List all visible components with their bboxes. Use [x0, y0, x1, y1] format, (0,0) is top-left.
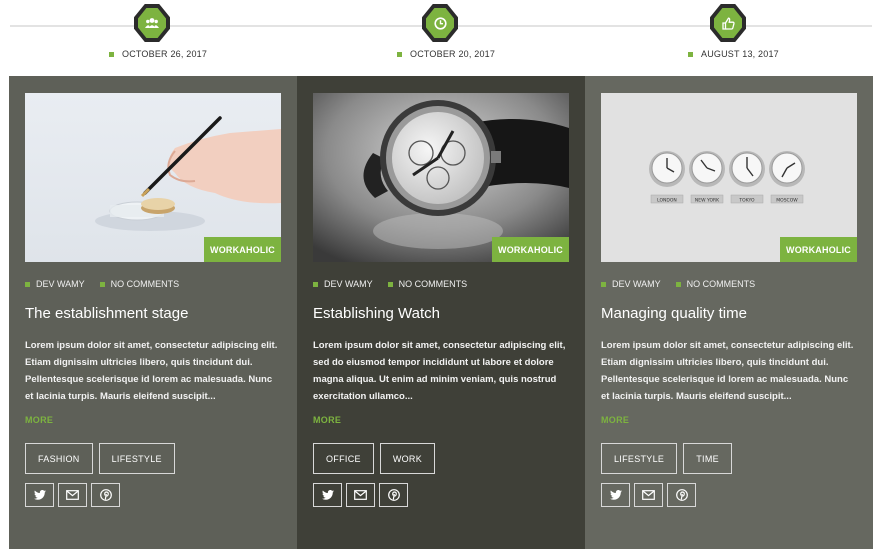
timeline-node-1[interactable] — [134, 4, 170, 42]
post-title[interactable]: Establishing Watch — [313, 304, 569, 323]
post-meta: DEV WAMY NO COMMENTS — [313, 279, 569, 289]
post-card-1: WORKAHOLIC DEV WAMY NO COMMENTS The esta… — [9, 76, 297, 549]
post-card-3: LONDON NEW YORK TOKYO MOSCOW WORKAHOLIC … — [585, 76, 873, 549]
clock-label: LONDON — [657, 197, 677, 203]
post-card-2: WORKAHOLIC DEV WAMY NO COMMENTS Establis… — [297, 76, 585, 549]
tag-work[interactable]: WORK — [379, 443, 436, 474]
timeline-date-3: AUGUST 13, 2017 — [688, 49, 779, 59]
twitter-icon — [609, 490, 622, 500]
timeline-node-2[interactable] — [422, 4, 458, 42]
tag-time[interactable]: TIME — [683, 443, 732, 474]
comments-link[interactable]: NO COMMENTS — [111, 279, 180, 289]
pinterest-share-button[interactable] — [379, 483, 408, 507]
bullet-square — [688, 51, 693, 57]
pinterest-icon — [387, 489, 400, 501]
mail-icon — [354, 490, 367, 500]
twitter-icon — [321, 490, 334, 500]
bullet-square — [675, 281, 681, 287]
twitter-share-button[interactable] — [313, 483, 342, 507]
clock-label: NEW YORK — [695, 197, 720, 203]
more-link[interactable]: MORE — [25, 415, 53, 425]
timeline-node-3[interactable] — [710, 4, 746, 42]
twitter-share-button[interactable] — [25, 483, 54, 507]
bullet-square — [601, 281, 606, 287]
author-link[interactable]: DEV WAMY — [612, 279, 661, 289]
share-buttons — [601, 483, 857, 507]
email-share-button[interactable] — [58, 483, 87, 507]
post-meta: DEV WAMY NO COMMENTS — [601, 279, 857, 289]
timeline-date-2: OCTOBER 20, 2017 — [397, 49, 495, 59]
post-title[interactable]: Managing quality time — [601, 304, 857, 323]
share-buttons — [313, 483, 569, 507]
post-excerpt: Lorem ipsum dolor sit amet, consectetur … — [601, 340, 854, 402]
tag-fashion[interactable]: FASHION — [25, 443, 93, 474]
email-share-button[interactable] — [634, 483, 663, 507]
twitter-share-button[interactable] — [601, 483, 630, 507]
post-title[interactable]: The establishment stage — [25, 304, 281, 323]
mail-icon — [66, 490, 79, 500]
more-link[interactable]: MORE — [313, 415, 341, 425]
bullet-square — [25, 281, 30, 287]
tag-office[interactable]: OFFICE — [313, 443, 374, 474]
pinterest-share-button[interactable] — [91, 483, 120, 507]
comments-link[interactable]: NO COMMENTS — [399, 279, 468, 289]
date-text: OCTOBER 20, 2017 — [410, 49, 496, 59]
pinterest-icon — [675, 489, 688, 501]
timeline: OCTOBER 26, 2017 OCTOBER 20, 2017 AUGUST… — [0, 0, 882, 76]
thumbs-up-icon — [721, 17, 735, 30]
date-text: OCTOBER 26, 2017 — [122, 49, 208, 59]
bullet-square — [397, 51, 402, 57]
pinterest-icon — [99, 489, 112, 501]
share-buttons — [25, 483, 281, 507]
email-share-button[interactable] — [346, 483, 375, 507]
more-link[interactable]: MORE — [601, 415, 629, 425]
category-badge[interactable]: WORKAHOLIC — [492, 237, 569, 262]
timeline-date-1: OCTOBER 26, 2017 — [109, 49, 207, 59]
post-thumbnail[interactable]: LONDON NEW YORK TOKYO MOSCOW WORKAHOLIC — [601, 93, 857, 262]
author-link[interactable]: DEV WAMY — [324, 279, 373, 289]
bullet-square — [99, 281, 105, 287]
author-link[interactable]: DEV WAMY — [36, 279, 85, 289]
category-badge[interactable]: WORKAHOLIC — [204, 237, 281, 262]
category-badge[interactable]: WORKAHOLIC — [780, 237, 857, 262]
bullet-square — [109, 51, 114, 57]
mail-icon — [642, 490, 655, 500]
clock-label: TOKYO — [738, 197, 755, 203]
clock-label: MOSCOW — [776, 197, 798, 203]
post-thumbnail[interactable]: WORKAHOLIC — [25, 93, 281, 262]
date-text: AUGUST 13, 2017 — [701, 49, 779, 59]
clock-icon — [433, 16, 447, 30]
tag-list: LIFESTYLE TIME — [601, 443, 857, 474]
tag-list: OFFICE WORK — [313, 443, 569, 474]
post-meta: DEV WAMY NO COMMENTS — [25, 279, 281, 289]
comments-link[interactable]: NO COMMENTS — [687, 279, 756, 289]
tag-lifestyle[interactable]: LIFESTYLE — [98, 443, 175, 474]
pinterest-share-button[interactable] — [667, 483, 696, 507]
tag-list: FASHION LIFESTYLE — [25, 443, 281, 474]
bullet-square — [313, 281, 318, 287]
post-excerpt: Lorem ipsum dolor sit amet, consectetur … — [313, 340, 566, 402]
post-excerpt: Lorem ipsum dolor sit amet, consectetur … — [25, 340, 278, 402]
bullet-square — [387, 281, 393, 287]
users-icon — [145, 18, 159, 28]
tag-lifestyle[interactable]: LIFESTYLE — [601, 443, 678, 474]
twitter-icon — [33, 490, 46, 500]
post-thumbnail[interactable]: WORKAHOLIC — [313, 93, 569, 262]
